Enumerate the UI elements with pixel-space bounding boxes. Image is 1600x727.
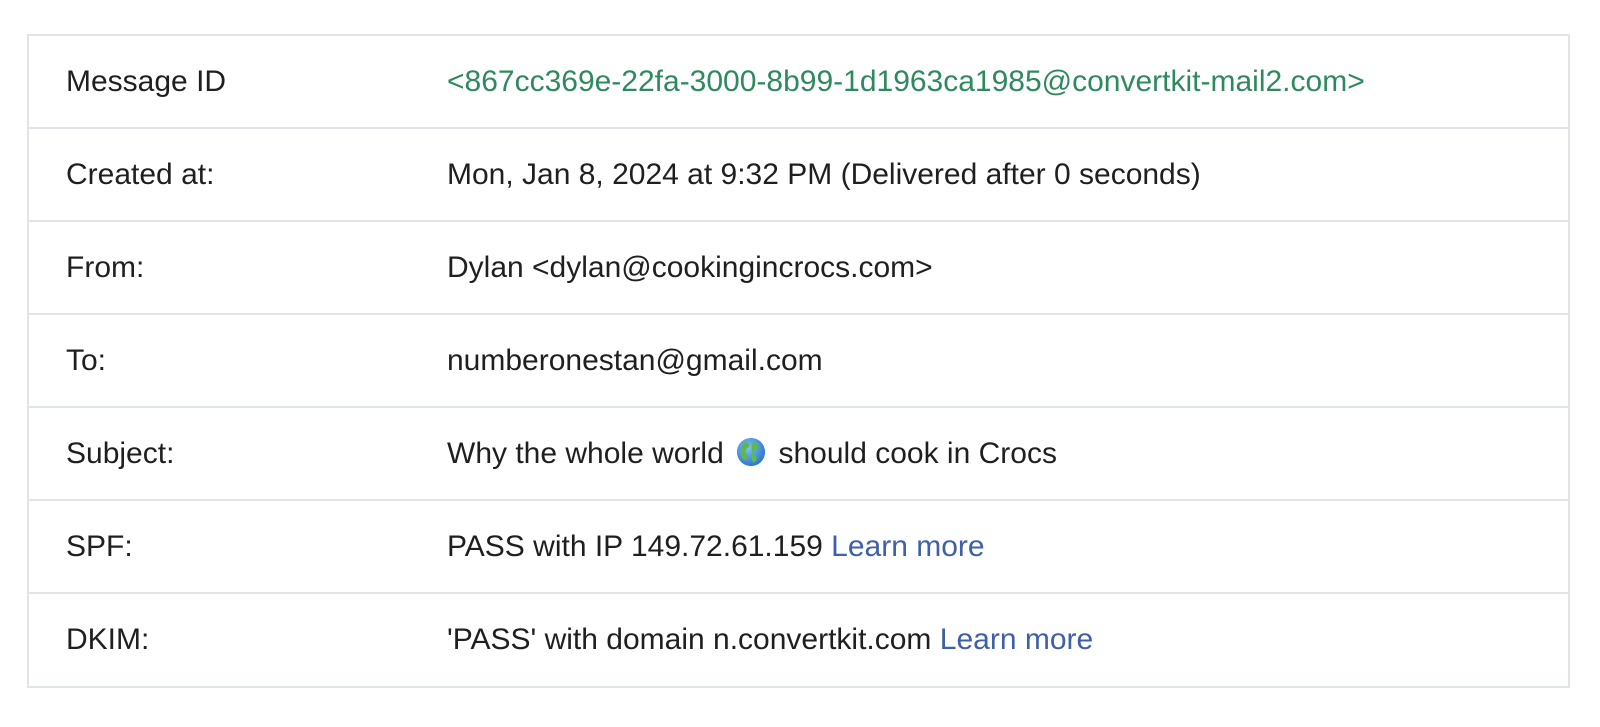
from-value: Dylan <dylan@cookingincrocs.com> [447,250,933,284]
from-label: From: [66,250,145,284]
row-to: To: numberonestan@gmail.com [29,315,1568,408]
to-label: To: [66,343,107,377]
created-at-label: Created at: [66,157,215,191]
globe-icon [737,437,766,466]
message-id-value[interactable]: <867cc369e-22fa-3000-8b99-1d1963ca1985@c… [447,65,1365,99]
subject-text-before: Why the whole world [447,436,724,470]
row-subject: Subject: Why the whole world should cook… [29,408,1568,501]
spf-learn-more-link[interactable]: Learn more [831,530,984,563]
subject-text-after: should cook in Crocs [778,436,1057,470]
row-from: From: Dylan <dylan@cookingincrocs.com> [29,222,1568,315]
dkim-label: DKIM: [66,623,150,656]
message-id-label: Message ID [66,64,227,98]
spf-label: SPF: [66,529,133,563]
dkim-value: 'PASS' with domain n.convertkit.com Lear… [447,623,1093,657]
dkim-learn-more-link[interactable]: Learn more [940,623,1093,656]
to-value: numberonestan@gmail.com [447,343,823,377]
spf-value-text: PASS with IP 149.72.61.159 [447,529,823,563]
subject-label: Subject: [66,436,175,470]
message-headers-table: Message ID <867cc369e-22fa-3000-8b99-1d1… [27,34,1570,688]
spf-value: PASS with IP 149.72.61.159 Learn more [447,530,985,564]
row-dkim: DKIM: 'PASS' with domain n.convertkit.co… [29,594,1568,686]
created-at-value: Mon, Jan 8, 2024 at 9:32 PM (Delivered a… [447,157,1201,191]
row-spf: SPF: PASS with IP 149.72.61.159 Learn mo… [29,501,1568,594]
dkim-value-text: 'PASS' with domain n.convertkit.com [447,623,932,656]
row-message-id: Message ID <867cc369e-22fa-3000-8b99-1d1… [29,36,1568,129]
subject-value: Why the whole world should cook in Crocs [447,437,1057,471]
row-created-at: Created at: Mon, Jan 8, 2024 at 9:32 PM … [29,129,1568,222]
